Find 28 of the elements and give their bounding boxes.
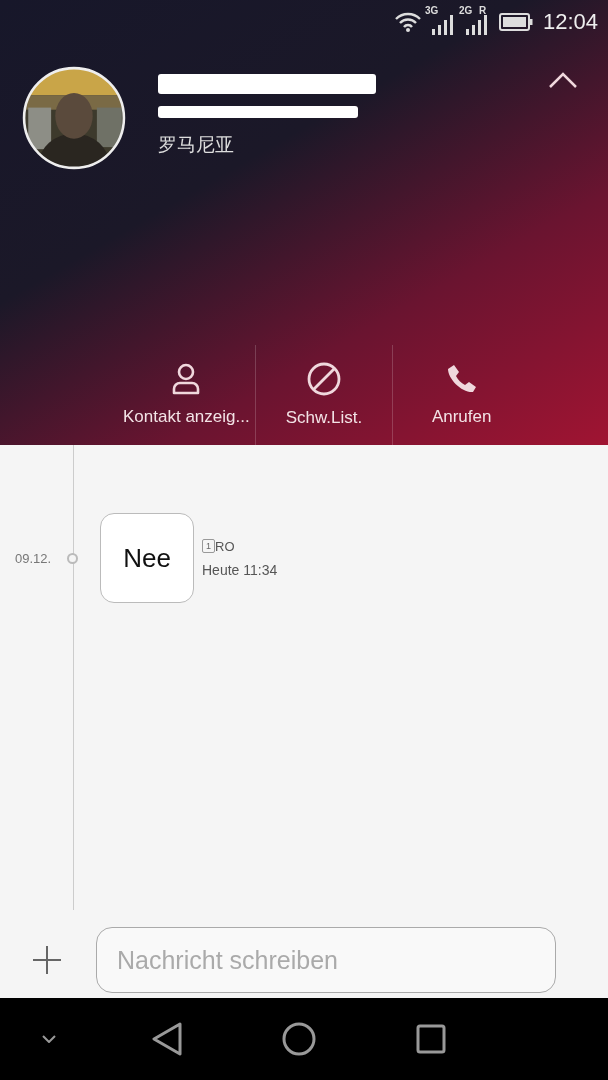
message-bubble[interactable]: Nee xyxy=(100,513,194,603)
battery-icon xyxy=(498,12,533,32)
chevron-up-icon[interactable] xyxy=(548,72,578,88)
add-icon[interactable] xyxy=(32,945,62,975)
network-type: 3G xyxy=(424,6,439,16)
sim-label: RO xyxy=(215,538,235,554)
message-date: 09.12. xyxy=(15,550,53,566)
clock: 12:04 xyxy=(542,9,598,35)
timeline-dot xyxy=(67,552,78,564)
contact-country: 罗马尼亚 xyxy=(158,133,235,157)
message-time: Heute 11:34 xyxy=(202,561,278,578)
person-icon xyxy=(171,363,202,395)
back-icon[interactable] xyxy=(152,1022,182,1056)
phone-icon xyxy=(445,363,478,395)
chevron-down-icon[interactable] xyxy=(42,1035,56,1043)
signal-icon xyxy=(464,14,489,36)
wifi-icon xyxy=(394,12,421,32)
action-button[interactable]: Anrufen xyxy=(393,345,530,445)
roaming-indicator: R xyxy=(478,6,487,16)
home-icon[interactable] xyxy=(282,1022,316,1056)
signal-icon xyxy=(430,14,455,36)
sim-badge: 1 xyxy=(202,539,215,553)
block-icon xyxy=(307,362,341,396)
action-button[interactable]: Kontakt anzeig... xyxy=(118,345,256,445)
action-button[interactable]: Schw.List. xyxy=(255,345,394,445)
recent-apps-icon[interactable] xyxy=(416,1024,446,1054)
message-input[interactable]: Nachricht schreiben xyxy=(96,927,556,993)
network-type: 2G xyxy=(458,6,473,16)
